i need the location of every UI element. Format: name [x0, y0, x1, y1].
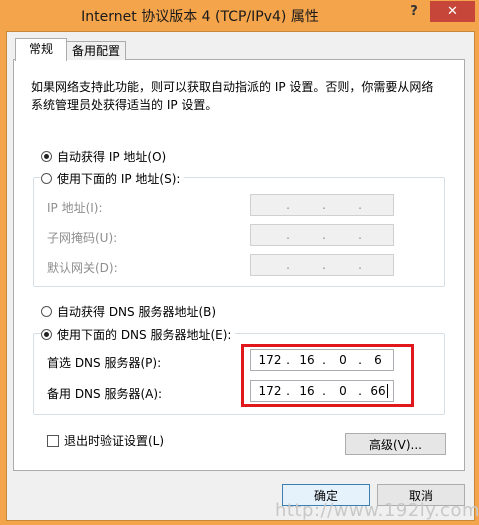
validate-settings-checkbox[interactable]: [47, 434, 59, 447]
help-button[interactable]: ?: [401, 1, 427, 23]
validate-settings-label: 退出时验证设置(L): [64, 434, 165, 448]
tab-alternate-config[interactable]: 备用配置: [66, 41, 126, 60]
title-bar[interactable]: Internet 协议版本 4 (TCP/IPv4) 属性 ? ✕: [0, 0, 479, 31]
dns-manual-option[interactable]: 使用下面的 DNS 服务器地址(E):: [41, 326, 236, 343]
window-title: Internet 协议版本 4 (TCP/IPv4) 属性: [81, 9, 319, 25]
watermark: http://www.192ly.com: [275, 500, 479, 521]
description-text: 如果网络支持此功能，则可以获取自动指派的 IP 设置。否则，你需要从网络系统管理…: [31, 80, 434, 112]
close-button[interactable]: ✕: [430, 1, 475, 22]
ip-auto-label: 自动获得 IP 地址(O): [57, 150, 167, 164]
ip-manual-label: 使用下面的 IP 地址(S):: [57, 172, 181, 186]
ip-address-field[interactable]: ...: [250, 194, 394, 216]
ip-manual-radio[interactable]: [41, 173, 52, 184]
dns-highlight-box: [241, 344, 414, 407]
dns-manual-radio[interactable]: [41, 329, 52, 340]
alternate-dns-label: 备用 DNS 服务器(A):: [47, 387, 163, 401]
ip-manual-option[interactable]: 使用下面的 IP 地址(S):: [41, 170, 185, 187]
dns-auto-label: 自动获得 DNS 服务器地址(B): [57, 305, 217, 319]
default-gateway-label: 默认网关(D):: [47, 261, 118, 275]
subnet-mask-label: 子网掩码(U):: [47, 231, 118, 245]
ip-auto-option[interactable]: 自动获得 IP 地址(O): [41, 148, 171, 165]
subnet-mask-field[interactable]: ...: [250, 224, 394, 246]
dns-manual-label: 使用下面的 DNS 服务器地址(E):: [57, 328, 232, 342]
ip-auto-radio[interactable]: [41, 151, 52, 162]
advanced-button[interactable]: 高级(V)...: [345, 433, 446, 455]
validate-settings-option[interactable]: 退出时验证设置(L): [47, 432, 164, 449]
dns-auto-option[interactable]: 自动获得 DNS 服务器地址(B): [41, 303, 221, 320]
ip-address-label: IP 地址(I):: [47, 201, 103, 215]
tab-general[interactable]: 常规: [15, 38, 67, 61]
dns-auto-radio[interactable]: [41, 306, 52, 317]
default-gateway-field[interactable]: ...: [250, 254, 394, 276]
preferred-dns-label: 首选 DNS 服务器(P):: [47, 356, 162, 370]
